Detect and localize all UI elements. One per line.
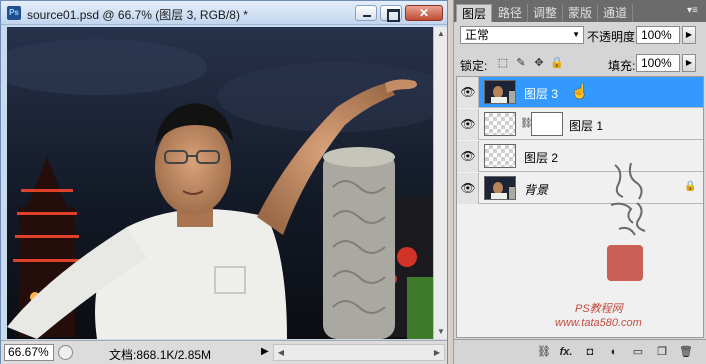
- status-options-icon[interactable]: [58, 345, 73, 360]
- thumbnail-photo: [485, 81, 515, 103]
- panel-menu-icon[interactable]: ▾≡: [687, 5, 701, 17]
- close-button[interactable]: ✕: [405, 5, 443, 21]
- layer-name[interactable]: 图层 2: [524, 149, 558, 166]
- scroll-down-icon[interactable]: ▼: [434, 325, 448, 339]
- thumbnail-photo: [485, 177, 515, 199]
- lock-transparency-icon[interactable]: ⬚: [496, 56, 510, 70]
- document-window: Ps source01.psd @ 66.7% (图层 3, RGB/8) * …: [0, 0, 448, 364]
- fill-slider-arrow-icon[interactable]: ▶: [682, 54, 696, 72]
- ps-icon: Ps: [7, 6, 21, 20]
- document-status-bar: 66.67% 文档:868.1K/2.85M ▶ ◀ ▶: [1, 340, 447, 364]
- document-title: source01.psd @ 66.7% (图层 3, RGB/8) *: [27, 8, 248, 22]
- fill-label: 填充:: [608, 59, 636, 73]
- blend-mode-value: 正常: [465, 28, 490, 42]
- tab-channels[interactable]: 通道: [598, 4, 634, 22]
- lock-position-move-icon[interactable]: ✥: [532, 56, 546, 70]
- image-canvas[interactable]: [7, 27, 433, 339]
- tab-paths[interactable]: 路径: [493, 4, 529, 22]
- lock-label: 锁定:: [460, 59, 488, 73]
- maximize-icon: [381, 6, 401, 22]
- fx-icon[interactable]: fx.: [558, 344, 574, 360]
- stone-pillar: [323, 147, 395, 339]
- layer-name[interactable]: 背景: [524, 181, 548, 198]
- close-icon: ✕: [418, 6, 430, 20]
- layers-list: 👁 图层 3 ☝ 👁 ⛓ 图层 1 👁 图层 2 👁 背景 🔒 PS教程网 ww…: [456, 76, 704, 338]
- opacity-slider-arrow-icon[interactable]: ▶: [682, 26, 696, 44]
- mask-icon[interactable]: ◘: [582, 344, 598, 360]
- canvas-photo: [7, 27, 433, 339]
- layer-name[interactable]: 图层 3: [524, 85, 558, 102]
- layer-mask-thumbnail[interactable]: [531, 112, 563, 136]
- vertical-scrollbar[interactable]: ▲ ▼: [433, 27, 447, 339]
- document-size: 文档:868.1K/2.85M: [109, 348, 212, 362]
- layer-thumbnail: [484, 144, 516, 168]
- tab-masks[interactable]: 蒙版: [563, 4, 599, 22]
- layer-thumbnail: [484, 80, 516, 104]
- document-titlebar[interactable]: Ps source01.psd @ 66.7% (图层 3, RGB/8) * …: [1, 1, 447, 25]
- zoom-field[interactable]: 66.67%: [4, 344, 54, 361]
- lock-all-icon[interactable]: 🔒: [550, 56, 564, 70]
- chevron-down-icon: ▼: [572, 30, 580, 39]
- eye-icon[interactable]: 👁: [460, 85, 476, 99]
- eye-icon[interactable]: 👁: [460, 149, 476, 163]
- opacity-label: 不透明度:: [587, 30, 639, 44]
- layer-thumbnail: [484, 112, 516, 136]
- watermark-site-name: PS教程网: [575, 303, 623, 315]
- trash-icon[interactable]: 🗑: [678, 344, 694, 360]
- horizontal-scrollbar[interactable]: ◀ ▶: [273, 344, 445, 361]
- scroll-up-icon[interactable]: ▲: [434, 27, 448, 41]
- layers-panel-footer: ⛓ fx. ◘ ◐ ▭ ❐ 🗑: [454, 339, 706, 364]
- new-layer-icon[interactable]: ❐: [654, 344, 670, 360]
- scroll-left-icon[interactable]: ◀: [274, 345, 288, 360]
- status-menu-arrow-icon[interactable]: ▶: [261, 345, 271, 359]
- layer-name[interactable]: 图层 1: [569, 117, 603, 134]
- layer-row-3[interactable]: 👁 图层 3 ☝: [457, 77, 703, 108]
- blend-mode-select[interactable]: 正常 ▼: [460, 26, 584, 44]
- minimize-button[interactable]: [355, 5, 377, 21]
- eye-icon[interactable]: 👁: [460, 117, 476, 131]
- scroll-right-icon[interactable]: ▶: [430, 345, 444, 360]
- fill-field[interactable]: 100%: [636, 54, 680, 72]
- hand-cursor-icon: ☝: [571, 83, 589, 99]
- lock-image-brush-icon[interactable]: ✎: [514, 56, 528, 70]
- minimize-icon: [356, 6, 376, 20]
- adjustment-icon[interactable]: ◐: [606, 344, 622, 360]
- layer-row-1[interactable]: 👁 ⛓ 图层 1: [457, 109, 703, 140]
- opacity-field[interactable]: 100%: [636, 26, 680, 44]
- layers-panel: 图层 路径 调整 蒙版 通道 ▾≡ 正常 ▼ 不透明度: 100% ▶ 锁定: …: [453, 0, 706, 364]
- watermark-brushstrokes: [610, 162, 646, 236]
- watermark-url: www.tata580.com: [555, 317, 642, 329]
- group-icon[interactable]: ▭: [630, 344, 646, 360]
- tab-adjustments[interactable]: 调整: [528, 4, 564, 22]
- layer-thumbnail: [484, 176, 516, 200]
- eye-icon[interactable]: 👁: [460, 181, 476, 195]
- link-icon[interactable]: ⛓: [536, 344, 552, 360]
- panel-tab-bar: 图层 路径 调整 蒙版 通道 ▾≡: [454, 0, 706, 22]
- tab-layers[interactable]: 图层: [456, 4, 493, 22]
- maximize-button[interactable]: [380, 5, 402, 22]
- seal-stamp: [607, 245, 643, 281]
